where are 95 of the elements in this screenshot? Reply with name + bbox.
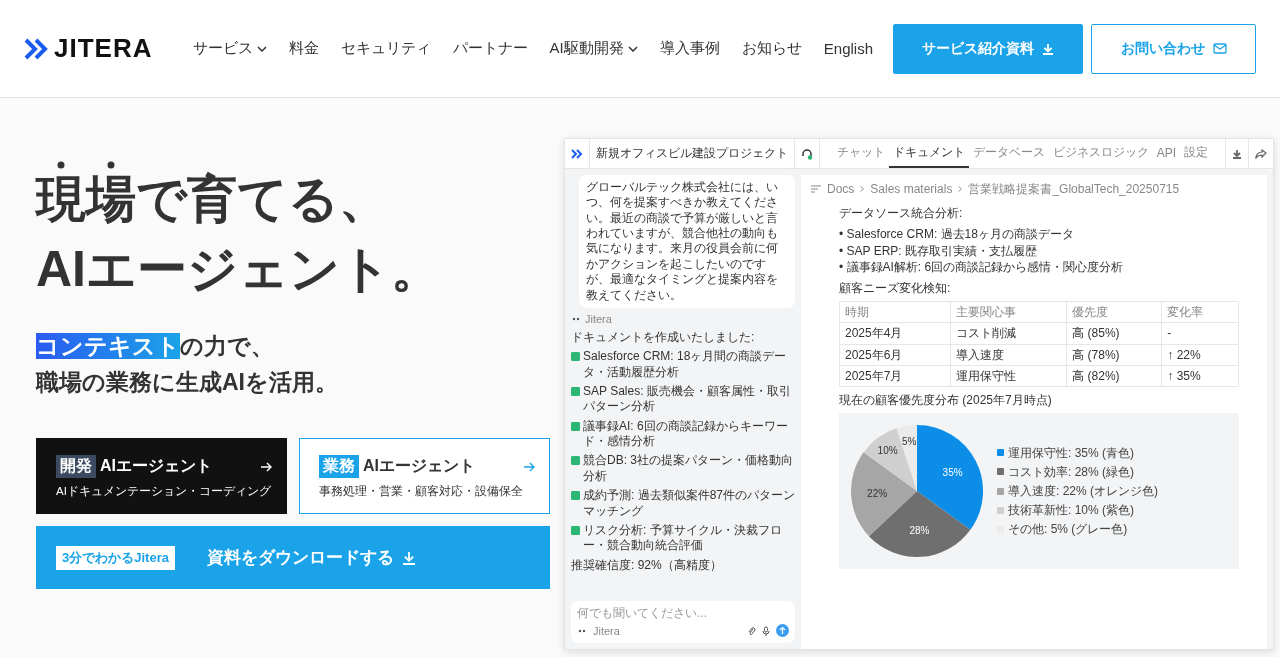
download-icon: [401, 550, 416, 565]
card-title: AIエージェント: [363, 456, 475, 476]
checklist-text: 成約予測: 過去類似案件87件のパターンマッチング: [583, 488, 795, 519]
checklist-text: 競合DB: 3社の提案パターン・価格動向分析: [583, 453, 794, 485]
chat-text: 推奨確信度: 92%（高精度）: [571, 557, 723, 573]
card-subtitle: 事務処理・営業・顧客対応・設備保全: [319, 484, 524, 499]
double-chevron-icon[interactable]: [571, 148, 583, 159]
banner-badge: 3分でわかるJitera: [56, 545, 175, 570]
slice-label: 22%: [867, 488, 888, 500]
section-heading: 現在の顧客優先度分布 (2025年7月時点): [839, 391, 1053, 409]
slice-label: 10%: [877, 445, 898, 457]
tab[interactable]: ドキュメント: [888, 139, 969, 168]
table-cell: 2025年4月: [839, 322, 951, 344]
table-cell: 運用保守性: [950, 365, 1067, 387]
tab[interactable]: データベース: [968, 139, 1049, 168]
tab[interactable]: 設定: [1180, 139, 1213, 168]
microphone-icon[interactable]: [762, 625, 770, 636]
card-title: AIエージェント: [100, 456, 212, 476]
table-cell: 高 (78%): [1066, 344, 1162, 366]
arrow-right-icon: [523, 461, 535, 472]
tab[interactable]: チャット: [832, 139, 889, 168]
checklist-text: Salesforce CRM: 18ヶ月間の商談データ・活動履歴分析: [583, 349, 788, 381]
agent-card[interactable]: 業務 AIエージェント 事務処理・営業・顧客対応・設備保全: [299, 438, 550, 514]
card-tag: 業務: [319, 455, 359, 478]
chat-text: ドキュメントを作成いたしました:: [571, 329, 756, 346]
table-cell: ↑ 22%: [1161, 344, 1239, 366]
legend-label: コスト効率: 28% (緑色): [1008, 463, 1134, 480]
list-item: • Salesforce CRM: 過去18ヶ月の商談データ: [839, 226, 1075, 243]
section-heading: データソース統合分析:: [839, 205, 964, 222]
nav-link[interactable]: セキュリティ: [340, 39, 431, 58]
agent-card[interactable]: 開発 AIエージェント AIドキュメンテーション・コーディング: [36, 438, 287, 514]
slice-label: 5%: [901, 436, 917, 448]
paperclip-icon[interactable]: [747, 625, 756, 636]
chat-message: グローバルテック株式会社には、いつ、何を提案すべきか教えてください。最近の商談で予算が厳しいと言われていますが、競合他社の動向も気になります。来月の役員会前に何かアクションを起こしたいのですが、最適なタイミングと提案内容を教えてください。: [579, 175, 795, 308]
download-icon: [1042, 42, 1054, 55]
table-cell: -: [1161, 322, 1239, 344]
table-cell: 導入速度: [950, 344, 1067, 366]
chevron-right-icon: [958, 186, 963, 193]
table-cell: 高 (82%): [1066, 365, 1162, 387]
logo-text: JITERA: [54, 33, 153, 64]
hero-subtitle: コンテキスト の力で、 職場の業務に生成AIを活用。: [36, 332, 339, 397]
chat-input[interactable]: 何でも聞いてください... Jitera: [571, 600, 795, 643]
legend-label: その他: 5% (グレー色): [1008, 521, 1128, 538]
sender-name: Jitera: [585, 311, 612, 326]
nav-link[interactable]: パートナー: [452, 39, 528, 58]
chevron-right-icon: [860, 186, 865, 193]
card-tag: 開発: [56, 455, 96, 478]
column-header: 優先度: [1066, 301, 1162, 323]
column-header: 時期: [839, 301, 951, 323]
tab[interactable]: ビジネスロジック: [1048, 139, 1153, 168]
nav-link[interactable]: English: [823, 40, 873, 57]
breadcrumb-link[interactable]: Docs: [827, 181, 855, 198]
legend-label: 技術革新性: 10% (紫色): [1008, 502, 1134, 519]
sender-name: Jitera: [593, 623, 620, 638]
legend-swatch: [997, 449, 1004, 457]
table-cell: ↑ 35%: [1161, 365, 1239, 387]
breadcrumb-link[interactable]: Sales materials: [870, 181, 953, 198]
double-chevron-icon: [24, 36, 50, 61]
message-input[interactable]: 何でも聞いてください...: [577, 605, 789, 620]
nav-link[interactable]: AI駆動開発: [549, 39, 638, 58]
download-icon: [1232, 148, 1242, 159]
slice-label: 28%: [909, 525, 930, 537]
hero-title: 現場で育てる、 AIエージェント。: [36, 170, 442, 299]
checklist-text: 議事録AI: 6回の商談記録からキーワード・感情分析: [583, 418, 789, 450]
nav-link[interactable]: お知らせ: [741, 39, 802, 58]
list-item: • SAP ERP: 既存取引実績・支払履歴: [839, 242, 1038, 259]
column-header: 変化率: [1161, 301, 1239, 323]
banner-label: 資料をダウンロードする: [206, 547, 394, 569]
checklist-text: リスク分析: 予算サイクル・決裁フロー・競合動向統合評価: [583, 522, 783, 554]
card-subtitle: AIドキュメンテーション・コーディング: [56, 484, 272, 499]
mail-icon: [1212, 43, 1227, 54]
legend-label: 運用保守性: 35% (青色): [1008, 444, 1134, 461]
table-cell: コスト削減: [950, 322, 1067, 344]
column-header: 主要関心事: [950, 301, 1067, 323]
table-cell: 高 (85%): [1066, 322, 1162, 344]
legend-swatch: [997, 487, 1004, 495]
share-icon[interactable]: [1255, 148, 1267, 159]
section-heading: 顧客ニーズ変化検知:: [839, 279, 952, 297]
tab[interactable]: API: [1152, 139, 1181, 168]
send-icon[interactable]: [776, 624, 789, 638]
arrow-right-icon: [260, 461, 272, 472]
table-cell: 2025年7月: [839, 365, 951, 387]
nav-link[interactable]: 導入事例: [659, 39, 720, 58]
legend-swatch: [997, 468, 1004, 476]
nav-link[interactable]: 料金: [288, 39, 319, 58]
legend-swatch: [997, 506, 1004, 514]
headset-icon[interactable]: [801, 147, 813, 160]
nav-link[interactable]: サービス: [192, 39, 267, 58]
breadcrumb-link[interactable]: 営業戦略提案書_GlobalTech_20250715: [968, 181, 1180, 198]
legend-label: 導入速度: 22% (オレンジ色): [1008, 482, 1158, 500]
checklist-text: SAP Sales: 販売機会・顧客属性・取引パターン分析: [583, 384, 792, 415]
table-cell: 2025年6月: [839, 344, 951, 366]
slice-label: 35%: [942, 467, 963, 479]
project-name[interactable]: 新規オフィスビル建設プロジェクト: [596, 145, 788, 162]
list-item: • 議事録AI解析: 6回の商談記録から感情・関心度分析: [839, 258, 1125, 275]
